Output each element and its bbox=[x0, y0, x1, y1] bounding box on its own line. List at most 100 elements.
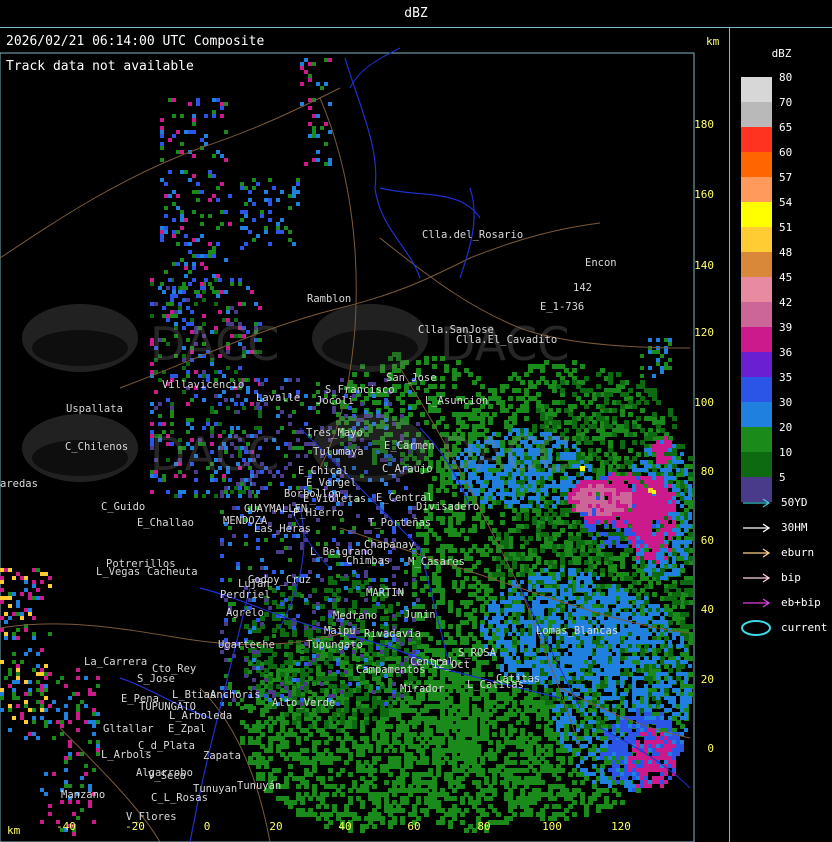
echo-pixel bbox=[564, 408, 569, 413]
echo-pixel bbox=[600, 416, 605, 421]
echo-pixel bbox=[520, 396, 525, 401]
echo-pixel bbox=[596, 372, 601, 377]
echo-pixel bbox=[436, 728, 441, 733]
echo-pixel bbox=[448, 604, 453, 609]
echo-pixel bbox=[524, 404, 529, 409]
echo-pixel bbox=[328, 580, 333, 585]
echo-pixel bbox=[592, 424, 597, 429]
echo-pixel bbox=[348, 736, 353, 741]
echo-pixel bbox=[272, 664, 277, 669]
echo-pixel bbox=[552, 400, 557, 405]
echo-pixel bbox=[376, 792, 381, 797]
echo-pixel bbox=[472, 696, 477, 701]
echo-pixel bbox=[640, 576, 645, 581]
echo-pixel bbox=[412, 724, 417, 729]
echo-pixel bbox=[524, 524, 529, 529]
echo-pixel bbox=[584, 404, 589, 409]
radar-map-panel[interactable]: DACC DACC DACC DACC Clla.del_Rosario Encon E_… bbox=[0, 28, 730, 842]
echo-pixel bbox=[684, 560, 689, 565]
echo-pixel bbox=[280, 728, 285, 733]
echo-pixel bbox=[432, 476, 437, 481]
echo-pixel bbox=[304, 736, 309, 741]
echo-pixel bbox=[352, 784, 357, 789]
echo-pixel bbox=[684, 624, 689, 629]
echo-pixel bbox=[368, 768, 373, 773]
echo-pixel bbox=[440, 520, 445, 525]
echo-pixel bbox=[500, 408, 505, 413]
echo-pixel bbox=[376, 740, 381, 745]
echo-pixel bbox=[672, 424, 677, 429]
echo-pixel bbox=[620, 560, 625, 565]
echo-pixel bbox=[472, 528, 477, 533]
echo-pixel bbox=[600, 788, 605, 793]
echo-pixel bbox=[276, 748, 281, 753]
echo-pixel bbox=[312, 756, 317, 761]
echo-pixel bbox=[356, 796, 361, 801]
echo-pixel bbox=[424, 584, 429, 589]
echo-pixel bbox=[328, 588, 333, 593]
echo-pixel bbox=[344, 700, 349, 705]
echo-pixel bbox=[372, 652, 377, 657]
radar-map[interactable]: DACC DACCDACC DACC Clla.del_RosarioEnconE_… bbox=[0, 28, 729, 842]
echo-pixel bbox=[468, 632, 473, 637]
echo-pixel bbox=[332, 716, 337, 721]
echo-pixel bbox=[376, 804, 381, 809]
echo-pixel bbox=[360, 584, 365, 589]
echo-pixel bbox=[572, 812, 577, 817]
echo-pixel bbox=[464, 772, 469, 777]
echo-pixel bbox=[456, 756, 461, 761]
echo-pixel bbox=[268, 736, 273, 741]
echo-pixel bbox=[544, 404, 549, 409]
echo-pixel bbox=[300, 668, 305, 673]
echo-pixel bbox=[328, 656, 333, 661]
echo-pixel bbox=[344, 656, 349, 661]
echo-pixel bbox=[640, 384, 645, 389]
echo-pixel bbox=[352, 712, 357, 717]
echo-pixel bbox=[268, 684, 273, 689]
echo-pixel bbox=[636, 416, 641, 421]
echo-pixel bbox=[656, 648, 661, 653]
echo-pixel bbox=[584, 560, 589, 565]
echo-pixel bbox=[684, 600, 689, 605]
echo-pixel bbox=[604, 804, 609, 809]
echo-pixel bbox=[656, 424, 661, 429]
echo-pixel bbox=[636, 668, 641, 673]
echo-pixel bbox=[328, 756, 333, 761]
echo-pixel bbox=[336, 588, 341, 593]
echo-pixel bbox=[504, 384, 509, 389]
echo-pixel bbox=[576, 540, 581, 545]
echo-pixel bbox=[688, 592, 693, 597]
echo-pixel bbox=[612, 432, 617, 437]
echo-pixel bbox=[296, 756, 301, 761]
echo-pixel bbox=[500, 520, 505, 525]
echo-pixel bbox=[324, 804, 329, 809]
echo-pixel bbox=[256, 728, 261, 733]
echo-pixel bbox=[668, 620, 673, 625]
echo-pixel bbox=[608, 448, 613, 453]
echo-pixel bbox=[576, 788, 581, 793]
echo-pixel bbox=[564, 520, 569, 525]
echo-pixel bbox=[384, 712, 389, 717]
echo-pixel bbox=[492, 732, 497, 737]
echo-pixel bbox=[388, 608, 393, 613]
echo-pixel bbox=[272, 768, 277, 773]
echo-pixel bbox=[456, 572, 461, 577]
echo-pixel bbox=[676, 720, 681, 725]
echo-pixel bbox=[504, 784, 509, 789]
echo-pixel bbox=[432, 580, 437, 585]
echo-pixel bbox=[632, 456, 637, 461]
echo-pixel bbox=[328, 664, 333, 669]
echo-pixel bbox=[532, 548, 537, 553]
echo-pixel bbox=[416, 568, 421, 573]
echo-pixel bbox=[524, 516, 529, 521]
echo-pixel bbox=[268, 728, 273, 733]
echo-pixel bbox=[612, 800, 617, 805]
echo-pixel bbox=[296, 740, 301, 745]
echo-pixel bbox=[668, 408, 673, 413]
echo-pixel bbox=[344, 748, 349, 753]
echo-pixel bbox=[284, 712, 289, 717]
echo-pixel bbox=[520, 712, 525, 717]
echo-pixel bbox=[480, 604, 485, 609]
echo-pixel bbox=[364, 692, 369, 697]
echo-pixel bbox=[664, 596, 669, 601]
